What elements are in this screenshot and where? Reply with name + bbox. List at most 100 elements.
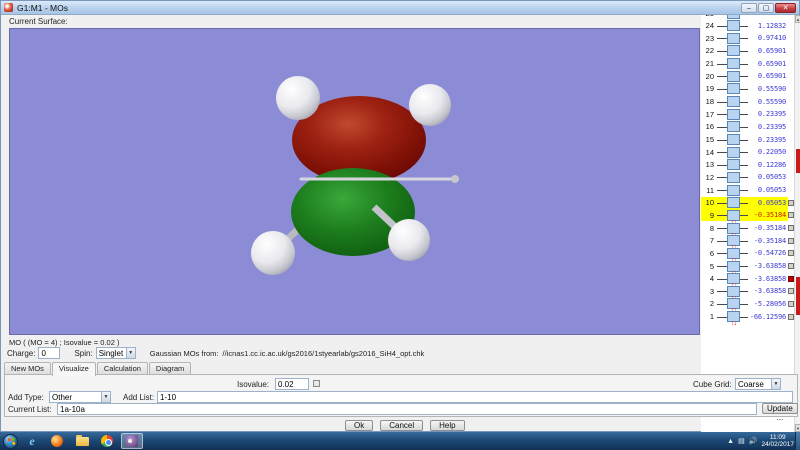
chevron-down-icon[interactable]: ▼ xyxy=(126,348,135,358)
mo-row-1[interactable]: 1↑↓-66.12596 xyxy=(701,311,794,323)
mo-level-box[interactable] xyxy=(727,185,740,196)
hydrogen-atom-2[interactable] xyxy=(409,84,451,126)
current-list-input[interactable] xyxy=(57,403,757,415)
mo-number: 23 xyxy=(701,34,714,43)
add-type-select[interactable]: Other ▼ xyxy=(49,391,111,403)
taskbar-clock[interactable]: 11:09 24/02/2017 xyxy=(761,434,794,448)
cube-grid-select[interactable]: Coarse ▼ xyxy=(735,378,781,390)
mo-level-box[interactable] xyxy=(727,33,740,44)
show-desktop-button[interactable] xyxy=(795,432,800,450)
chevron-down-icon[interactable]: ▼ xyxy=(771,379,780,389)
mo-row-10[interactable]: 100.05053 xyxy=(701,197,794,209)
mo-level-box[interactable] xyxy=(727,15,740,19)
mo-row-22[interactable]: 220.65901 xyxy=(701,45,794,57)
update-button[interactable]: Update ... xyxy=(762,403,798,414)
maximize-button[interactable]: ▢ xyxy=(758,3,774,13)
mo-3d-viewport[interactable] xyxy=(9,28,700,335)
scroll-up-icon[interactable]: ▲ xyxy=(795,15,800,23)
mo-row-8[interactable]: 8↑↓-0.35184 xyxy=(701,222,794,234)
mo-row-7[interactable]: 7↑↓-0.35184 xyxy=(701,235,794,247)
mo-level-box[interactable] xyxy=(727,159,740,170)
mo-row-17[interactable]: 170.23395 xyxy=(701,108,794,120)
mo-row-25[interactable]: 251.12832 xyxy=(701,15,794,19)
hydrogen-atom-3[interactable] xyxy=(251,231,295,275)
add-list-input[interactable] xyxy=(157,391,793,403)
mo-row-19[interactable]: 190.55590 xyxy=(701,83,794,95)
mo-row-5[interactable]: 5↑↓-3.63858 xyxy=(701,260,794,272)
mo-row-11[interactable]: 110.05053 xyxy=(701,184,794,196)
screen: G1:M1 - MOs – ▢ ✕ Current Surface: xyxy=(0,0,800,450)
tab-visualize[interactable]: Visualize xyxy=(52,362,96,376)
network-icon[interactable]: ▤ xyxy=(738,437,745,445)
mo-level-box[interactable]: ↑↓ xyxy=(727,273,740,284)
mo-level-box[interactable]: ↑↓ xyxy=(727,286,740,297)
mo-row-2[interactable]: 2↑↓-5.28056 xyxy=(701,298,794,310)
mo-level-box[interactable] xyxy=(727,83,740,94)
charge-input[interactable] xyxy=(38,347,60,359)
mo-level-box[interactable]: ↑↓ xyxy=(727,235,740,246)
mo-level-box[interactable] xyxy=(727,197,740,208)
taskbar-item-gaussview[interactable] xyxy=(121,433,143,449)
hydrogen-atom-1[interactable] xyxy=(276,76,320,120)
mo-row-4[interactable]: 4↑↓-3.63858 xyxy=(701,273,794,285)
mo-level-box[interactable]: ↑↓ xyxy=(727,261,740,272)
taskbar-item-chrome[interactable] xyxy=(96,433,118,449)
chevron-down-icon[interactable]: ▼ xyxy=(101,392,110,402)
help-button[interactable]: Help xyxy=(430,420,464,431)
ok-button[interactable]: Ok xyxy=(345,420,373,431)
mo-level-box[interactable]: ↑↓ xyxy=(727,298,740,309)
mo-level-box[interactable]: ↑↓ xyxy=(727,223,740,234)
mo-row-20[interactable]: 200.65901 xyxy=(701,70,794,82)
mo-row-16[interactable]: 160.23395 xyxy=(701,121,794,133)
mo-number: 2 xyxy=(701,299,714,308)
taskbar: e ▲ ▤ 🔊 11:09 24/02/2017 xyxy=(0,432,800,450)
mo-level-box[interactable]: ↑↓ xyxy=(727,248,740,259)
minimize-button[interactable]: – xyxy=(741,3,757,13)
mo-level-box[interactable]: ↑↓ xyxy=(727,210,740,221)
mo-row-14[interactable]: 140.22050 xyxy=(701,146,794,158)
mo-row-9[interactable]: 9↑↓-0.35184 xyxy=(701,209,794,221)
mo-row-13[interactable]: 130.12286 xyxy=(701,159,794,171)
mo-number: 20 xyxy=(701,72,714,81)
mo-level-box[interactable]: ↑↓ xyxy=(727,311,740,322)
close-button[interactable]: ✕ xyxy=(775,3,796,13)
mo-row-18[interactable]: 180.55590 xyxy=(701,96,794,108)
mo-energy-value: 1.12832 xyxy=(745,15,786,17)
mo-list-scrollbar[interactable]: ▲ ▼ xyxy=(794,15,800,432)
mo-level-box[interactable] xyxy=(727,96,740,107)
isovalue-input[interactable] xyxy=(275,378,309,390)
mo-level-box[interactable] xyxy=(727,71,740,82)
mo-row-15[interactable]: 150.23395 xyxy=(701,134,794,146)
internet-explorer-icon: e xyxy=(29,434,34,449)
volume-icon[interactable]: 🔊 xyxy=(749,437,758,445)
mo-row-23[interactable]: 230.97410 xyxy=(701,32,794,44)
mo-row-6[interactable]: 6↑↓-0.54726 xyxy=(701,247,794,259)
mo-level-box[interactable] xyxy=(727,58,740,69)
mo-level-box[interactable] xyxy=(727,20,740,31)
mo-level-box[interactable] xyxy=(727,121,740,132)
scroll-down-icon[interactable]: ▼ xyxy=(795,424,800,432)
mo-level-box[interactable] xyxy=(727,147,740,158)
mo-row-24[interactable]: 241.12832 xyxy=(701,20,794,32)
mos-window: G1:M1 - MOs – ▢ ✕ Current Surface: xyxy=(0,0,800,432)
mo-energy-value: -3.63858 xyxy=(745,275,786,283)
mo-level-box[interactable] xyxy=(727,172,740,183)
titlebar[interactable]: G1:M1 - MOs – ▢ ✕ xyxy=(1,1,799,15)
mo-number: 12 xyxy=(701,173,714,182)
hydrogen-atom-4[interactable] xyxy=(388,219,430,261)
taskbar-item-internet-explorer[interactable]: e xyxy=(21,433,43,449)
spin-select[interactable]: Singlet ▼ xyxy=(96,347,136,359)
mo-row-21[interactable]: 210.65901 xyxy=(701,58,794,70)
mo-level-box[interactable] xyxy=(727,134,740,145)
isovalue-option-box[interactable] xyxy=(313,380,320,387)
hidden-icons-chevron[interactable]: ▲ xyxy=(727,438,734,445)
scrollbar-mark xyxy=(796,149,800,173)
mo-row-3[interactable]: 3↑↓-3.63858 xyxy=(701,285,794,297)
taskbar-item-folder[interactable] xyxy=(71,433,93,449)
mo-level-box[interactable] xyxy=(727,45,740,56)
cancel-button[interactable]: Cancel xyxy=(380,420,423,431)
mo-row-12[interactable]: 120.05053 xyxy=(701,171,794,183)
mo-level-box[interactable] xyxy=(727,109,740,120)
taskbar-item-firefox[interactable] xyxy=(46,433,68,449)
start-button[interactable] xyxy=(3,434,18,449)
